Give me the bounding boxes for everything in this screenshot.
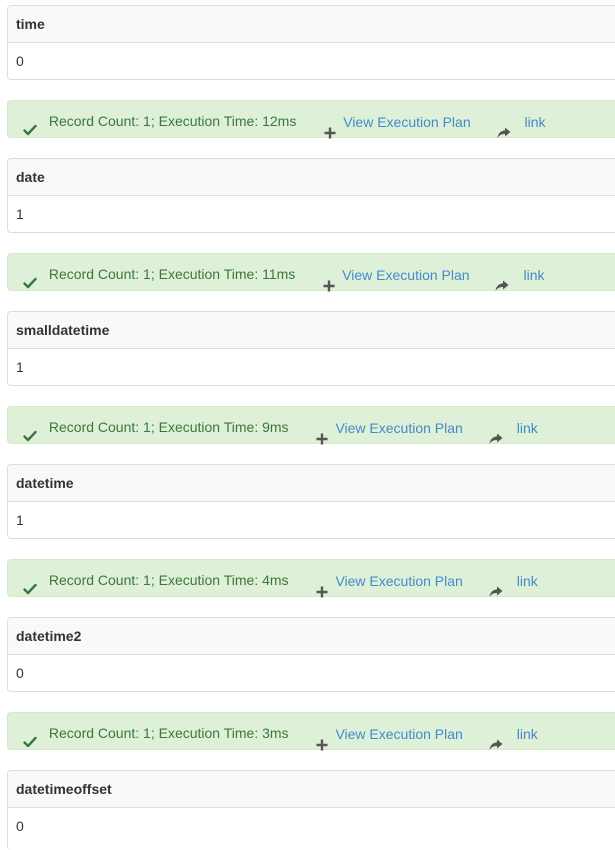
checkmark-icon bbox=[23, 113, 37, 136]
view-execution-plan-label: View Execution Plan bbox=[343, 113, 471, 130]
link-link[interactable]: link bbox=[467, 561, 538, 600]
status-text: Record Count: 1; Execution Time: 11ms bbox=[48, 266, 296, 283]
result-table: datetime2 0 bbox=[7, 617, 615, 692]
result-cell: 1 bbox=[16, 206, 24, 222]
result-cell: 1 bbox=[16, 359, 24, 375]
column-header: datetime bbox=[8, 465, 615, 502]
execution-status-bar: Record Count: 1; Execution Time: 11ms Vi… bbox=[7, 253, 615, 294]
checkmark-icon bbox=[23, 266, 37, 289]
link-link[interactable]: link bbox=[467, 408, 538, 447]
plus-icon bbox=[316, 421, 328, 445]
plus-icon bbox=[323, 268, 335, 292]
query-results: time 0 Record Count: 1; Execution Time: … bbox=[7, 5, 615, 850]
view-execution-plan-label: View Execution Plan bbox=[335, 725, 463, 742]
link-label: link bbox=[516, 572, 538, 589]
column-header: date bbox=[8, 159, 615, 196]
link-label: link bbox=[523, 266, 545, 283]
column-header: smalldatetime bbox=[8, 312, 615, 349]
share-icon bbox=[489, 727, 503, 750]
share-icon bbox=[489, 421, 503, 444]
result-table: time 0 bbox=[7, 5, 615, 80]
result-table: date 1 bbox=[7, 158, 615, 233]
status-text: Record Count: 1; Execution Time: 4ms bbox=[48, 572, 289, 589]
view-execution-plan-label: View Execution Plan bbox=[335, 419, 463, 436]
link-label: link bbox=[524, 113, 546, 130]
result-table: smalldatetime 1 bbox=[7, 311, 615, 386]
status-text: Record Count: 1; Execution Time: 9ms bbox=[48, 419, 289, 436]
view-execution-plan-link[interactable]: View Execution Plan bbox=[323, 255, 470, 294]
link-link[interactable]: link bbox=[467, 714, 538, 753]
view-execution-plan-link[interactable]: View Execution Plan bbox=[316, 561, 463, 600]
plus-icon bbox=[324, 115, 336, 139]
checkmark-icon bbox=[23, 572, 37, 595]
plus-icon bbox=[316, 727, 328, 751]
link-label: link bbox=[516, 725, 538, 742]
execution-status-bar: Record Count: 1; Execution Time: 3ms Vie… bbox=[7, 712, 615, 753]
share-icon bbox=[497, 115, 511, 138]
view-execution-plan-link[interactable]: View Execution Plan bbox=[316, 408, 463, 447]
column-header: datetimeoffset bbox=[8, 771, 615, 808]
plus-icon bbox=[316, 574, 328, 598]
result-table: datetimeoffset 0 bbox=[7, 770, 615, 850]
column-header: datetime2 bbox=[8, 618, 615, 655]
status-text: Record Count: 1; Execution Time: 3ms bbox=[48, 725, 289, 742]
view-execution-plan-link[interactable]: View Execution Plan bbox=[324, 102, 471, 141]
link-link[interactable]: link bbox=[473, 255, 544, 294]
status-text: Record Count: 1; Execution Time: 12ms bbox=[48, 113, 297, 130]
result-cell: 0 bbox=[16, 818, 24, 834]
execution-status-bar: Record Count: 1; Execution Time: 9ms Vie… bbox=[7, 406, 615, 447]
view-execution-plan-link[interactable]: View Execution Plan bbox=[316, 714, 463, 753]
execution-status-bar: Record Count: 1; Execution Time: 12ms Vi… bbox=[7, 100, 615, 141]
link-label: link bbox=[516, 419, 538, 436]
checkmark-icon bbox=[23, 725, 37, 748]
result-cell: 1 bbox=[16, 512, 24, 528]
share-icon bbox=[495, 268, 509, 291]
result-cell: 0 bbox=[16, 665, 24, 681]
checkmark-icon bbox=[23, 419, 37, 442]
link-link[interactable]: link bbox=[475, 102, 546, 141]
view-execution-plan-label: View Execution Plan bbox=[335, 572, 463, 589]
column-header: time bbox=[8, 6, 615, 43]
view-execution-plan-label: View Execution Plan bbox=[342, 266, 470, 283]
execution-status-bar: Record Count: 1; Execution Time: 4ms Vie… bbox=[7, 559, 615, 600]
result-table: datetime 1 bbox=[7, 464, 615, 539]
share-icon bbox=[489, 574, 503, 597]
result-cell: 0 bbox=[16, 53, 24, 69]
